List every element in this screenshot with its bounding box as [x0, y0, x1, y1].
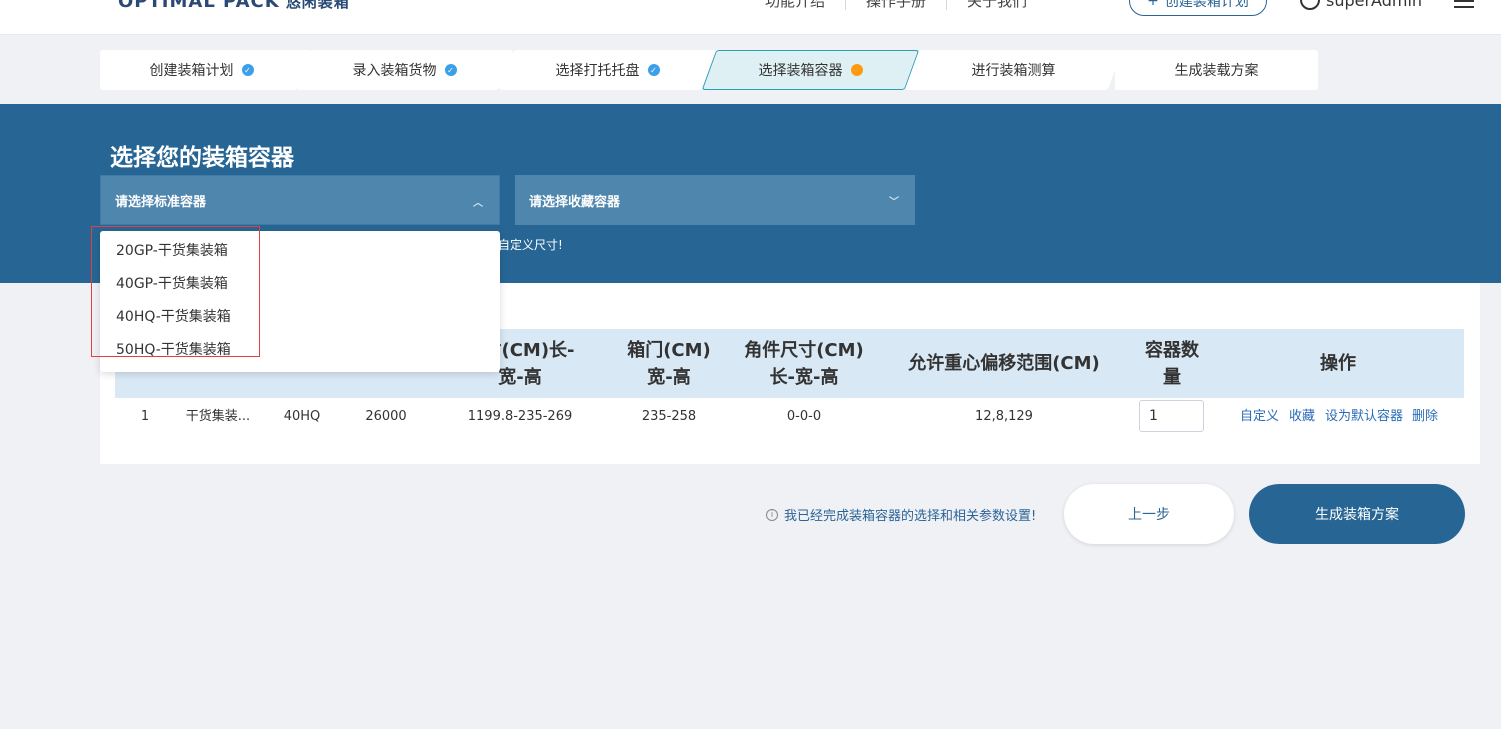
check-icon: ✓ — [241, 64, 254, 76]
step-progress: 创建装箱计划 ✓ 录入装箱货物 ✓ 选择打托托盘 ✓ 选择装箱容器 进行装箱测算… — [100, 50, 1318, 90]
nav-item-manual[interactable]: 操作手册 — [846, 0, 948, 10]
col-header-quantity: 容器数量 — [1145, 339, 1199, 388]
set-default-link[interactable]: 设为默认容器 — [1325, 406, 1403, 428]
col-header-corner: 角件尺寸(CM) 长-宽-高 — [744, 339, 864, 388]
chevron-up-icon: ︿ — [473, 198, 483, 209]
standard-select-placeholder: 请选择标准容器 — [115, 194, 207, 210]
step-label: 进行装箱测算 — [971, 63, 1056, 79]
favorite-container-select[interactable]: 请选择收藏容器 ﹀ — [515, 175, 915, 225]
logo[interactable]: OPTIMAL PACK 悠闲装箱 — [118, 0, 350, 12]
plus-icon: + — [1147, 0, 1159, 9]
quantity-input[interactable]: 1 — [1139, 400, 1204, 432]
step-label: 创建装箱计划 — [149, 63, 234, 79]
check-icon: ✓ — [444, 64, 457, 76]
step-calculate[interactable]: 进行装箱测算 — [904, 50, 1123, 90]
nav-item-about[interactable]: 关于我们 — [947, 0, 1047, 10]
col-header-actions: 操作 — [1320, 353, 1356, 374]
generate-plan-button[interactable]: 生成装箱方案 — [1249, 484, 1465, 544]
top-header: OPTIMAL PACK 悠闲装箱 功能介绍 操作手册 关于我们 + 创建装箱计… — [0, 0, 1501, 35]
favorite-select-placeholder: 请选择收藏容器 — [529, 194, 621, 210]
create-plan-label: 创建装箱计划 — [1164, 0, 1249, 10]
step-generate-plan[interactable]: 生成装载方案 — [1115, 50, 1318, 90]
favorite-link[interactable]: 收藏 — [1289, 406, 1315, 428]
cell-corner: 0-0-0 — [786, 409, 822, 424]
step-enter-cargo[interactable]: 录入装箱货物 ✓ — [295, 50, 514, 90]
logo-cn: 悠闲装箱 — [285, 0, 350, 11]
standard-container-select[interactable]: 请选择标准容器 ︿ — [100, 175, 500, 225]
cell-type: 干货集装... — [185, 409, 251, 424]
logo-text: OPTIMAL PACK — [118, 0, 280, 12]
cell-dimensions: 1199.8-235-269 — [467, 409, 573, 424]
highlight-box — [91, 226, 260, 357]
cell-size: 40HQ — [283, 409, 321, 424]
previous-step-button[interactable]: 上一步 — [1064, 484, 1234, 544]
step-create-plan[interactable]: 创建装箱计划 ✓ — [100, 50, 303, 90]
cell-cog: 12,8,129 — [975, 409, 1033, 424]
info-icon: i — [766, 508, 778, 521]
delete-link[interactable]: 删除 — [1412, 406, 1438, 428]
nav-item-features[interactable]: 功能介绍 — [765, 0, 847, 10]
username: superAdmin — [1326, 0, 1423, 10]
step-select-container[interactable]: 选择装箱容器 — [701, 50, 920, 90]
step-label: 录入装箱货物 — [352, 63, 437, 79]
custom-size-hint: 自定义尺寸! — [498, 238, 563, 252]
customize-link[interactable]: 自定义 — [1240, 406, 1279, 428]
chevron-down-icon: ﹀ — [889, 197, 899, 208]
step-label: 选择打托托盘 — [555, 63, 640, 79]
cell-door: 235-258 — [641, 409, 697, 424]
create-plan-button[interactable]: + 创建装箱计划 — [1129, 0, 1267, 16]
col-header-cog: 允许重心偏移范围(CM) — [908, 353, 1100, 374]
page-title: 选择您的装箱容器 — [110, 145, 294, 171]
cell-index: 1 — [140, 409, 150, 424]
hamburger-menu-icon[interactable] — [1454, 0, 1474, 12]
user-menu[interactable]: superAdmin — [1300, 0, 1422, 10]
current-dot-icon — [850, 64, 863, 76]
cell-weight: 26000 — [365, 409, 407, 424]
step-select-pallet[interactable]: 选择打托托盘 ✓ — [498, 50, 717, 90]
step-label: 选择装箱容器 — [758, 63, 843, 79]
col-header-door: 箱门(CM) 宽-高 — [627, 339, 711, 388]
step-label: 生成装载方案 — [1174, 63, 1259, 79]
user-avatar-icon — [1300, 0, 1320, 10]
completion-text: 我已经完成装箱容器的选择和相关参数设置! — [784, 509, 1037, 524]
top-nav: 功能介绍 操作手册 关于我们 — [765, 0, 1047, 10]
check-icon: ✓ — [647, 64, 660, 76]
completion-note: i 我已经完成装箱容器的选择和相关参数设置! — [766, 505, 1036, 524]
